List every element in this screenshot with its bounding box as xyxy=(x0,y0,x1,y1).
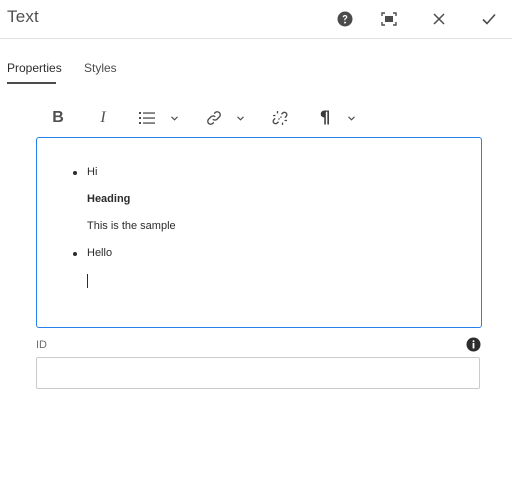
bold-button[interactable]: B xyxy=(50,107,66,129)
done-button[interactable] xyxy=(478,8,500,30)
italic-icon: I xyxy=(100,109,106,126)
rich-text-editor[interactable]: Hi Heading This is the sample Hello xyxy=(36,137,482,328)
unlink-icon xyxy=(272,111,288,125)
paragraph-dropdown-button[interactable] xyxy=(345,107,357,129)
bold-icon: B xyxy=(52,109,64,126)
rte-toolbar: B I ¶ xyxy=(36,104,482,132)
chevron-down-icon xyxy=(236,115,244,121)
chevron-down-icon xyxy=(347,115,355,121)
info-icon xyxy=(466,337,481,352)
italic-button[interactable]: I xyxy=(95,107,111,129)
tab-properties[interactable]: Properties xyxy=(7,61,62,75)
tab-styles[interactable]: Styles xyxy=(84,61,117,75)
info-button[interactable] xyxy=(466,337,481,352)
editor-line: Hello xyxy=(87,247,113,259)
help-button[interactable] xyxy=(334,8,356,30)
close-button[interactable] xyxy=(428,8,450,30)
active-tab-indicator xyxy=(7,82,56,84)
checkmark-icon xyxy=(482,13,496,25)
id-input[interactable] xyxy=(36,357,480,389)
chevron-down-icon xyxy=(170,115,178,121)
list-icon xyxy=(139,112,155,124)
link-dropdown-button[interactable] xyxy=(234,107,246,129)
id-label: ID xyxy=(36,339,47,351)
close-icon xyxy=(433,13,445,25)
dialog-title: Text xyxy=(7,7,39,26)
paragraph-format-button[interactable]: ¶ xyxy=(318,107,332,129)
list-bullet xyxy=(73,171,77,175)
link-icon xyxy=(207,111,221,125)
help-icon xyxy=(337,11,353,27)
text-caret xyxy=(87,274,88,288)
list-button[interactable] xyxy=(138,107,156,129)
list-bullet xyxy=(73,252,77,256)
dialog-header: Text xyxy=(0,0,512,39)
editor-line: This is the sample xyxy=(87,220,176,232)
unlink-button[interactable] xyxy=(271,107,289,129)
fullscreen-button[interactable] xyxy=(378,8,400,30)
list-dropdown-button[interactable] xyxy=(168,107,180,129)
editor-heading: Heading xyxy=(87,193,131,205)
paragraph-icon: ¶ xyxy=(319,108,331,128)
fullscreen-icon xyxy=(381,12,397,26)
editor-line: Hi xyxy=(87,166,98,178)
link-button[interactable] xyxy=(205,107,223,129)
